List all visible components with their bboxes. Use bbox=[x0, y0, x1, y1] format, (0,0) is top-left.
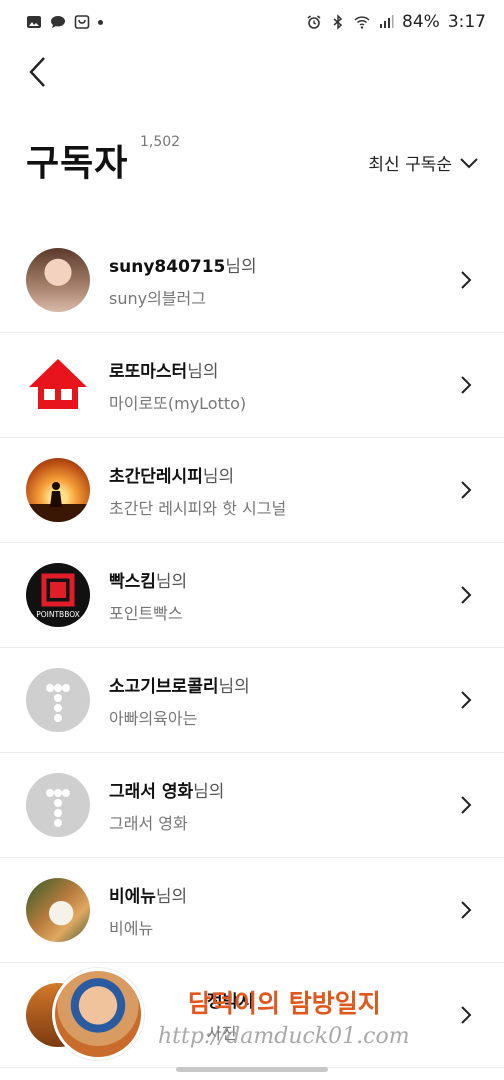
subscriber-row[interactable]: POINTBBOX 빡스킴님의 포인트빡스 bbox=[0, 543, 504, 648]
subscriber-name: 그래서 영화 bbox=[109, 781, 194, 802]
sort-label: 최신 구독순 bbox=[368, 155, 452, 175]
name-suffix: 님의 bbox=[187, 361, 219, 382]
subscriber-name: 로또마스터 bbox=[109, 361, 188, 382]
avatar bbox=[26, 248, 90, 312]
subscriber-row[interactable]: suny840715님의 suny의블러그 bbox=[0, 228, 504, 333]
clock: 3:17 bbox=[447, 12, 486, 32]
alarm-icon bbox=[307, 15, 321, 29]
chevron-down-icon bbox=[460, 157, 478, 168]
battery-level: 84% bbox=[402, 12, 440, 32]
blog-name: suny의블러그 bbox=[109, 288, 206, 308]
chevron-right-icon bbox=[454, 478, 478, 502]
subscriber-row[interactable]: 그래서 영화님의 그래서 영화 bbox=[0, 753, 504, 858]
subscriber-name: 비에뉴 bbox=[109, 886, 156, 907]
chevron-right-icon bbox=[454, 898, 478, 922]
avatar bbox=[26, 458, 90, 522]
subscriber-row[interactable]: 소고기브로콜리님의 아빠의육아는 bbox=[0, 648, 504, 753]
signal-icon bbox=[380, 15, 394, 28]
watermark-avatar bbox=[52, 968, 144, 1060]
avatar bbox=[26, 773, 90, 837]
avatar bbox=[26, 878, 90, 942]
notification-dot-icon bbox=[98, 19, 103, 25]
avatar: POINTBBOX bbox=[26, 563, 90, 627]
subscriber-name: suny840715 bbox=[109, 256, 226, 277]
avatar bbox=[26, 353, 90, 417]
status-right: 84% 3:17 bbox=[306, 12, 486, 32]
default-profile-icon bbox=[46, 789, 70, 827]
bluetooth-icon bbox=[333, 14, 343, 30]
blog-name: 마이로또(myLotto) bbox=[109, 393, 247, 413]
name-suffix: 님의 bbox=[155, 571, 188, 592]
chevron-right-icon bbox=[454, 1003, 478, 1027]
silhouette-icon bbox=[26, 482, 90, 522]
chevron-right-icon bbox=[454, 688, 478, 712]
watermark-url: http://damduck01.com bbox=[158, 1024, 410, 1049]
blog-name: 초간단 레시피와 핫 시그널 bbox=[109, 498, 287, 518]
page-title: 구독자 bbox=[26, 143, 129, 184]
home-indicator[interactable] bbox=[176, 1067, 328, 1072]
chevron-right-icon bbox=[454, 583, 478, 607]
chevron-right-icon bbox=[454, 373, 478, 397]
shopping-bag-icon bbox=[74, 15, 90, 29]
back-button[interactable] bbox=[20, 52, 56, 92]
subscriber-count: 1,502 bbox=[140, 134, 181, 150]
chevron-right-icon bbox=[454, 793, 478, 817]
subscriber-row[interactable]: 로또마스터님의 마이로또(myLotto) bbox=[0, 333, 504, 438]
pointbbox-logo-icon: POINTBBOX bbox=[36, 573, 80, 619]
wifi-icon bbox=[354, 16, 370, 29]
name-suffix: 님의 bbox=[218, 676, 250, 697]
subscriber-name: 빡스킴 bbox=[109, 571, 156, 592]
subscriber-row[interactable]: 비에뉴님의 비에뉴 bbox=[0, 858, 504, 963]
subscriber-row[interactable]: 초간단레시피님의 초간단 레시피와 핫 시그널 bbox=[0, 438, 504, 543]
house-icon bbox=[29, 359, 87, 409]
blog-name: 비에뉴 bbox=[109, 918, 154, 938]
chat-icon bbox=[51, 16, 65, 28]
chevron-left-icon bbox=[29, 57, 45, 87]
status-left bbox=[26, 14, 103, 30]
box-logo-text: POINTBBOX bbox=[36, 610, 80, 619]
chevron-right-icon bbox=[454, 268, 478, 292]
blog-name: 그래서 영화 bbox=[109, 813, 188, 833]
status-bar: 84% 3:17 bbox=[0, 0, 504, 44]
gallery-icon bbox=[27, 16, 41, 28]
subscriber-list: suny840715님의 suny의블러그 로또마스터님의 마이로또(myLot… bbox=[0, 228, 504, 1068]
blog-name: 포인트빡스 bbox=[109, 603, 183, 623]
blog-name: 아빠의육아는 bbox=[109, 708, 198, 728]
name-suffix: 님의 bbox=[202, 466, 235, 487]
default-profile-icon bbox=[46, 684, 70, 722]
name-suffix: 님의 bbox=[225, 256, 257, 277]
subscriber-name: 소고기브로콜리 bbox=[109, 676, 219, 697]
name-suffix: 님의 bbox=[193, 781, 225, 802]
avatar bbox=[26, 668, 90, 732]
sort-dropdown[interactable]: 최신 구독순 bbox=[368, 150, 478, 175]
subscriber-name: 초간단레시피 bbox=[109, 466, 203, 487]
name-suffix: 님의 bbox=[155, 886, 188, 907]
watermark-title: 담덕이의 탐방일지 bbox=[188, 989, 381, 1018]
